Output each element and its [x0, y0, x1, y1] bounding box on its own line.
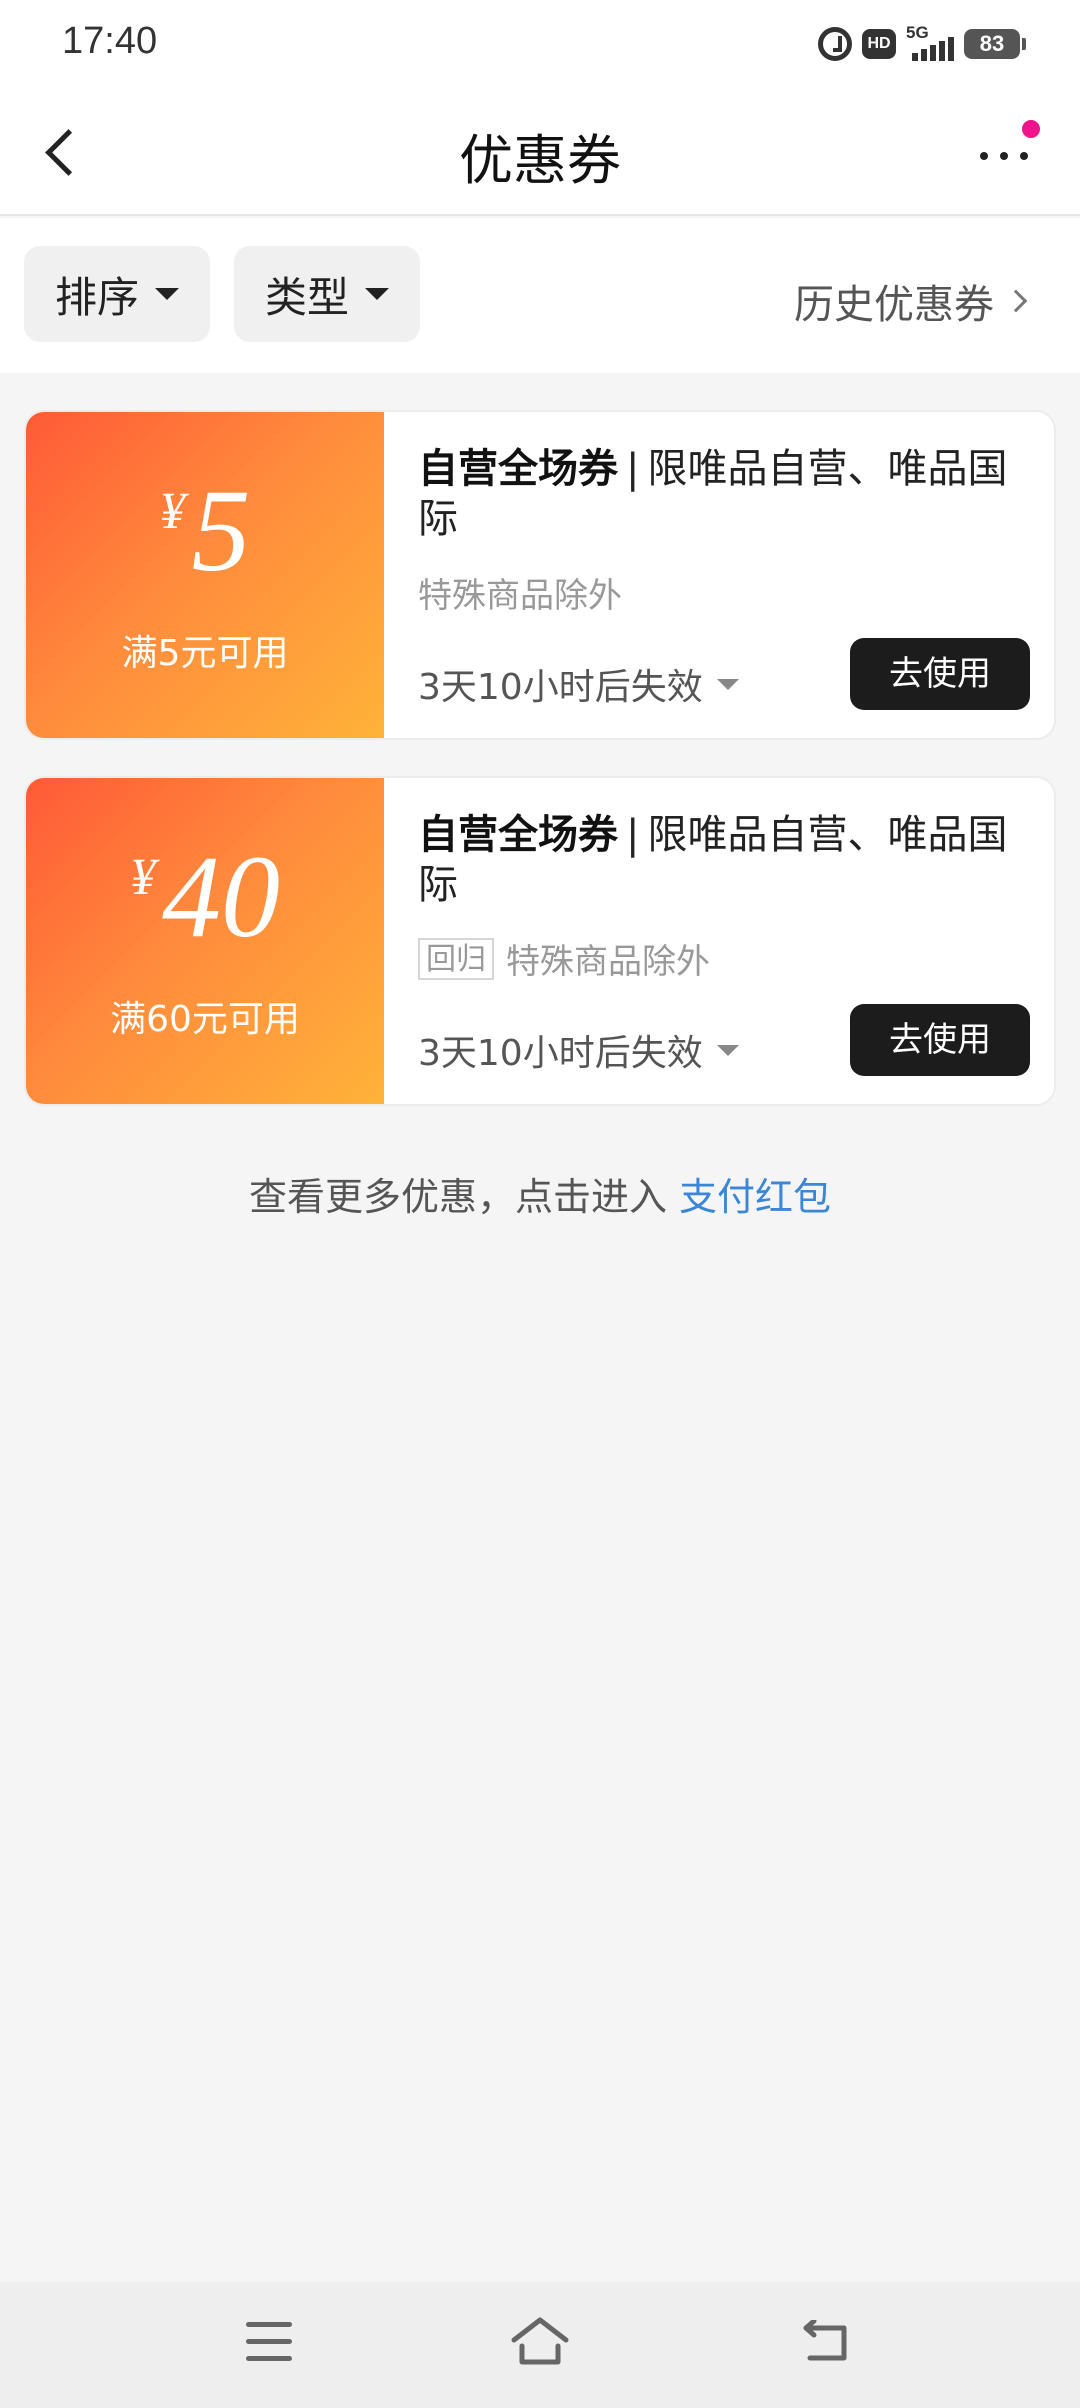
back-icon[interactable]: [800, 2320, 850, 2364]
use-coupon-button[interactable]: 去使用: [850, 638, 1030, 710]
status-icons: HD 5G 83: [818, 23, 1026, 64]
coupon-card[interactable]: ¥5 满5元可用 自营全场券 | 限唯品自营、唯品国际 特殊商品除外 3天10小时后…: [24, 410, 1056, 740]
coupon-value-panel: ¥5 满5元可用: [26, 412, 390, 738]
battery-icon: 83: [964, 29, 1026, 59]
coupon-note: 回归 特殊商品除外: [418, 934, 710, 983]
coupon-amount: ¥40: [130, 831, 280, 962]
type-label: 类型: [264, 272, 349, 322]
menu-icon[interactable]: [246, 2322, 292, 2362]
caret-down-icon: [365, 288, 389, 300]
coupon-expiry[interactable]: 3天10小时后失效: [418, 1024, 739, 1076]
hd-icon: HD: [862, 29, 896, 59]
status-bar: 17:40 HD 5G 83: [0, 0, 1080, 86]
history-coupons-link[interactable]: 历史优惠券: [794, 272, 1028, 330]
coupon-card[interactable]: ¥40 满60元可用 自营全场券 | 限唯品自营、唯品国际 回归 特殊商品除外 3天…: [24, 776, 1056, 1106]
filter-bar: 排序 类型 历史优惠券: [0, 218, 1080, 373]
header: 优惠券: [0, 86, 1080, 216]
chevron-right-icon: [1004, 289, 1028, 313]
coupon-title: 自营全场券 | 限唯品自营、唯品国际: [418, 812, 1008, 908]
status-time: 17:40: [62, 20, 158, 62]
sort-dropdown[interactable]: 排序: [24, 246, 210, 342]
caret-down-icon: [716, 1044, 739, 1056]
signal-icon: 5G: [906, 23, 954, 61]
more-dots-icon[interactable]: [976, 120, 1040, 184]
use-coupon-button[interactable]: 去使用: [850, 1004, 1030, 1076]
return-tag: 回归: [418, 937, 494, 980]
page-title: 优惠券: [459, 129, 621, 192]
coupon-details: 自营全场券 | 限唯品自营、唯品国际 回归 特殊商品除外 3天10小时后失效 去使用: [384, 778, 1054, 1104]
system-nav-bar: [0, 2282, 1080, 2408]
payment-redpacket-link[interactable]: 支付红包: [679, 1175, 831, 1219]
coupon-condition: 满5元可用: [121, 633, 289, 674]
notification-badge: [1022, 120, 1040, 138]
coupon-amount: ¥5: [159, 465, 251, 596]
coupon-value-panel: ¥40 满60元可用: [26, 778, 390, 1104]
more-offers-hint: 查看更多优惠，点击进入 支付红包: [248, 1175, 832, 1219]
alarm-icon: [818, 27, 852, 61]
coupon-expiry[interactable]: 3天10小时后失效: [418, 658, 739, 710]
home-icon[interactable]: [510, 2314, 570, 2368]
history-label: 历史优惠券: [794, 282, 994, 328]
caret-down-icon: [716, 678, 739, 690]
coupon-note: 特殊商品除外: [418, 576, 622, 616]
sort-label: 排序: [54, 272, 139, 322]
coupon-title: 自营全场券 | 限唯品自营、唯品国际: [418, 446, 1008, 542]
coupon-details: 自营全场券 | 限唯品自营、唯品国际 特殊商品除外 3天10小时后失效 去使用: [384, 412, 1054, 738]
caret-down-icon: [155, 288, 179, 300]
coupon-condition: 满60元可用: [110, 999, 300, 1040]
type-dropdown[interactable]: 类型: [234, 246, 420, 342]
